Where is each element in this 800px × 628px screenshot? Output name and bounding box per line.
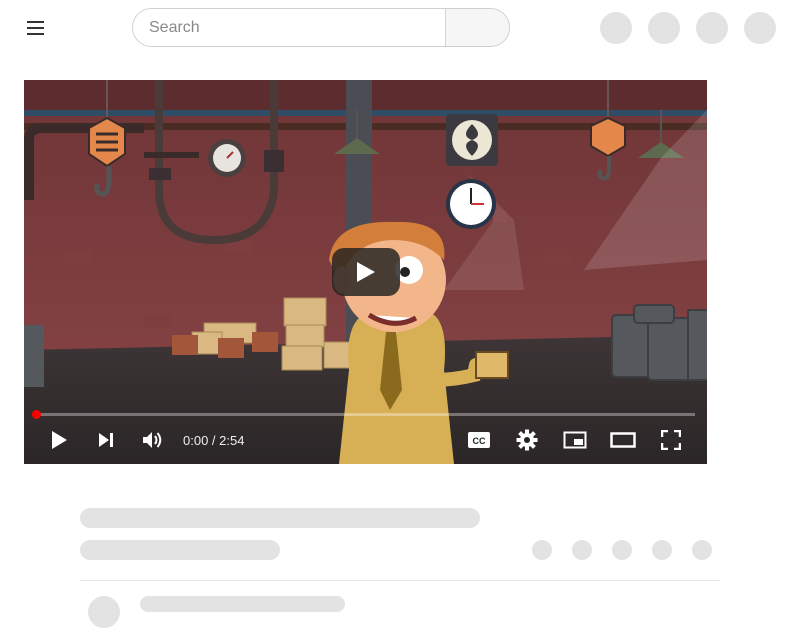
next-button[interactable] [91, 426, 121, 454]
player-controls: 0:00 / 2:54 CC [24, 416, 707, 464]
menu-icon[interactable] [22, 16, 50, 40]
time-current: 0:00 [183, 433, 209, 448]
header-placeholder-icon-3[interactable] [696, 12, 728, 44]
play-icon [357, 262, 375, 282]
action-placeholder-2 [572, 540, 592, 560]
divider [80, 580, 720, 581]
theater-mode-button[interactable] [608, 426, 638, 454]
comment-avatar-placeholder [88, 596, 120, 628]
time-display: 0:00 / 2:54 [183, 433, 245, 448]
action-placeholder-4 [652, 540, 672, 560]
header-placeholder-icon-1[interactable] [600, 12, 632, 44]
fullscreen-icon [661, 430, 681, 450]
miniplayer-icon [563, 431, 587, 449]
next-icon [99, 433, 113, 447]
title-placeholder [80, 508, 480, 528]
captions-icon: CC [468, 432, 490, 448]
action-placeholder-3 [612, 540, 632, 560]
svg-text:CC: CC [473, 436, 486, 446]
channel-placeholder [80, 540, 280, 560]
time-total: 2:54 [219, 433, 245, 448]
action-placeholder-1 [532, 540, 552, 560]
search-input[interactable] [133, 9, 445, 46]
search-box [132, 8, 510, 47]
center-play-button[interactable] [332, 248, 400, 296]
play-button[interactable] [44, 426, 74, 454]
volume-button[interactable] [138, 426, 168, 454]
fullscreen-button[interactable] [656, 426, 686, 454]
header-placeholder-icon-2[interactable] [648, 12, 680, 44]
miniplayer-button[interactable] [560, 426, 590, 454]
settings-button[interactable] [512, 426, 542, 454]
action-placeholder-5 [692, 540, 712, 560]
theater-icon [610, 432, 636, 448]
search-button[interactable] [445, 9, 509, 46]
captions-button[interactable]: CC [464, 426, 494, 454]
settings-icon [516, 429, 538, 451]
comment-placeholder [140, 596, 345, 612]
play-icon [52, 431, 67, 449]
volume-icon [143, 432, 162, 448]
video-player[interactable]: 0:00 / 2:54 CC [24, 80, 707, 464]
avatar[interactable] [744, 12, 776, 44]
